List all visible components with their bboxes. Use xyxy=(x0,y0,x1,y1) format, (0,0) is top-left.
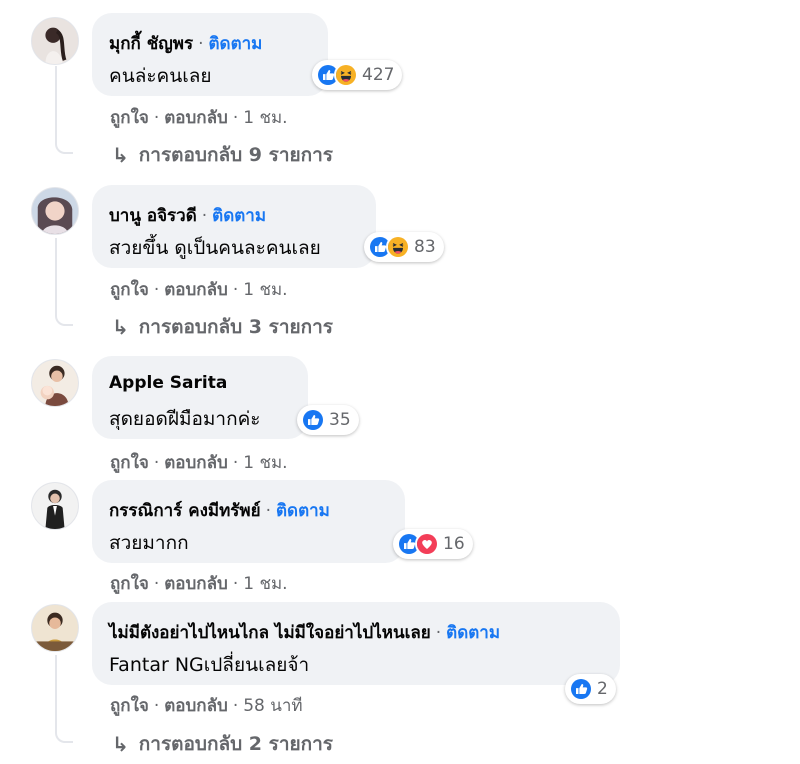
reaction-count: 35 xyxy=(329,410,351,430)
follow-button[interactable]: ติดตาม xyxy=(446,623,500,643)
comment-author[interactable]: ไม่มีตังอย่าไปไหนไกล ไม่มีใจอย่าไปไหนเลย xyxy=(109,623,431,643)
comment-actions: ถูกใจ · ตอบกลับ · 1 ชม. xyxy=(110,570,288,597)
reply-link[interactable]: ตอบกลับ xyxy=(164,280,228,300)
avatar[interactable] xyxy=(31,604,79,652)
replies-label: การตอบกลับ 2 รายการ xyxy=(138,733,333,755)
comment-text: สวยมากก xyxy=(109,532,189,554)
view-replies-link[interactable]: ↳ การตอบกลับ 2 รายการ xyxy=(112,729,333,759)
like-link[interactable]: ถูกใจ xyxy=(110,696,149,716)
comment-author[interactable]: มุกกี้ ชัญพร xyxy=(109,34,193,54)
comment-text: สุดยอดฝีมือมากค่ะ xyxy=(109,408,261,430)
like-link[interactable]: ถูกใจ xyxy=(110,453,149,473)
separator-dot: · xyxy=(232,574,239,594)
comment-actions: ถูกใจ · ตอบกลับ · 1 ชม. xyxy=(110,104,288,131)
reply-link[interactable]: ตอบกลับ xyxy=(164,453,228,473)
like-link[interactable]: ถูกใจ xyxy=(110,280,149,300)
comment-bubble: มุกกี้ ชัญพร · ติดตาม คนล่ะคนเลย xyxy=(92,13,328,96)
reaction-summary[interactable]: 35 xyxy=(297,405,359,435)
timestamp[interactable]: 58 นาที xyxy=(243,696,302,716)
comment-text: สวยขึ้น ดูเป็นคนละคนเลย xyxy=(109,237,321,259)
separator-dot: · xyxy=(201,206,208,226)
follow-button[interactable]: ติดตาม xyxy=(276,501,330,521)
comment-bubble: ไม่มีตังอย่าไปไหนไกล ไม่มีใจอย่าไปไหนเลย… xyxy=(92,602,620,685)
reaction-summary[interactable]: 2 xyxy=(565,674,616,704)
reaction-summary[interactable]: 83 xyxy=(364,232,444,262)
love-icon xyxy=(415,532,439,556)
comment-actions: ถูกใจ · ตอบกลับ · 1 ชม. xyxy=(110,276,288,303)
like-link[interactable]: ถูกใจ xyxy=(110,108,149,128)
comment-bubble: กรรณิการ์ คงมีทรัพย์ · ติดตาม สวยมากก xyxy=(92,480,405,563)
timestamp[interactable]: 1 ชม. xyxy=(243,453,287,473)
thread-line xyxy=(55,66,73,154)
like-icon xyxy=(569,677,593,701)
haha-icon xyxy=(386,235,410,259)
avatar[interactable] xyxy=(31,359,79,407)
like-link[interactable]: ถูกใจ xyxy=(110,574,149,594)
reaction-summary[interactable]: 427 xyxy=(312,60,403,90)
avatar[interactable] xyxy=(31,482,79,530)
comment-actions: ถูกใจ · ตอบกลับ · 58 นาที xyxy=(110,692,303,719)
reaction-summary[interactable]: 16 xyxy=(393,529,473,559)
comment-bubble: Apple Sarita สุดยอดฝีมือมากค่ะ xyxy=(92,356,308,439)
replies-label: การตอบกลับ 3 รายการ xyxy=(138,316,333,338)
like-icon xyxy=(301,408,325,432)
comment-author[interactable]: บานู อจิรวดี xyxy=(109,206,197,226)
comment-actions: ถูกใจ · ตอบกลับ · 1 ชม. xyxy=(110,449,288,476)
reply-link[interactable]: ตอบกลับ xyxy=(164,108,228,128)
separator-dot: · xyxy=(153,696,160,716)
reply-arrow-icon: ↳ xyxy=(112,143,129,167)
timestamp[interactable]: 1 ชม. xyxy=(243,574,287,594)
view-replies-link[interactable]: ↳ การตอบกลับ 9 รายการ xyxy=(112,140,333,170)
timestamp[interactable]: 1 ชม. xyxy=(243,108,287,128)
follow-button[interactable]: ติดตาม xyxy=(212,206,266,226)
reaction-count: 2 xyxy=(597,679,608,699)
reply-arrow-icon: ↳ xyxy=(112,732,129,756)
separator-dot: · xyxy=(153,280,160,300)
reaction-count: 427 xyxy=(362,65,395,85)
reaction-count: 16 xyxy=(443,534,465,554)
thread-line xyxy=(55,238,73,326)
reply-link[interactable]: ตอบกลับ xyxy=(164,696,228,716)
comment-author[interactable]: Apple Sarita xyxy=(109,373,227,393)
separator-dot: · xyxy=(232,108,239,128)
comment-bubble: บานู อจิรวดี · ติดตาม สวยขึ้น ดูเป็นคนละคน… xyxy=(92,185,376,268)
haha-icon xyxy=(334,63,358,87)
separator-dot: · xyxy=(232,280,239,300)
separator-dot: · xyxy=(232,453,239,473)
reply-link[interactable]: ตอบกลับ xyxy=(164,574,228,594)
avatar[interactable] xyxy=(31,187,79,235)
separator-dot: · xyxy=(198,34,204,54)
reaction-count: 83 xyxy=(414,237,436,257)
comment-author[interactable]: กรรณิการ์ คงมีทรัพย์ xyxy=(109,501,261,521)
separator-dot: · xyxy=(232,696,239,716)
timestamp[interactable]: 1 ชม. xyxy=(243,280,287,300)
reply-arrow-icon: ↳ xyxy=(112,315,129,339)
avatar[interactable] xyxy=(31,17,79,65)
separator-dot: · xyxy=(435,623,442,643)
separator-dot: · xyxy=(153,108,160,128)
separator-dot: · xyxy=(153,453,160,473)
comment-text: คนล่ะคนเลย xyxy=(109,65,212,87)
view-replies-link[interactable]: ↳ การตอบกลับ 3 รายการ xyxy=(112,312,333,342)
separator-dot: · xyxy=(153,574,160,594)
separator-dot: · xyxy=(265,501,272,521)
replies-label: การตอบกลับ 9 รายการ xyxy=(138,144,333,166)
comment-text: Fantar NGเปลี่ยนเลยจ้า xyxy=(109,654,310,676)
thread-line xyxy=(55,655,73,743)
follow-button[interactable]: ติดตาม xyxy=(208,34,262,54)
